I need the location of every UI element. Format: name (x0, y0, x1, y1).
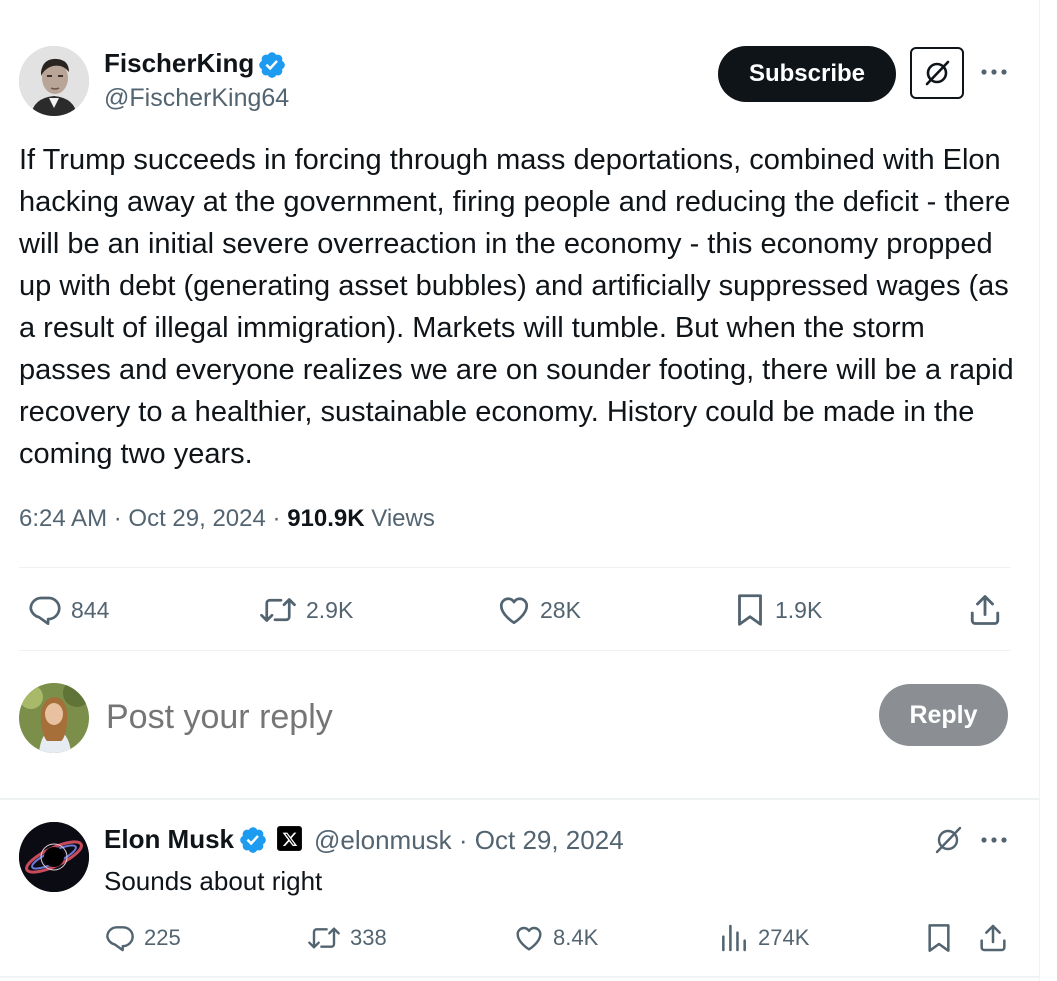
grok-icon[interactable] (933, 825, 963, 855)
reply-button[interactable]: Reply (879, 684, 1008, 746)
author-avatar[interactable] (19, 46, 89, 116)
reply-like-count: 8.4K (553, 925, 599, 950)
post-metadata: 6:24 AM · Oct 29, 2024 · 910.9K Views (19, 505, 435, 533)
divider (19, 650, 1011, 651)
reply-views-action[interactable]: 274K (718, 922, 809, 954)
grok-icon (925, 60, 950, 86)
like-count: 28K (540, 596, 581, 623)
reply-repost-count: 338 (350, 925, 387, 950)
author-name[interactable]: FischerKing (104, 48, 254, 79)
right-border (1039, 0, 1040, 981)
verified-badge-icon (259, 52, 285, 78)
views-count: 910.9K (287, 505, 365, 532)
bookmark-action[interactable]: 1.9K (733, 592, 822, 628)
reply-bookmark-action[interactable] (924, 922, 954, 954)
more-icon (981, 837, 1007, 843)
subscribe-button[interactable]: Subscribe (718, 46, 896, 102)
meta-separator: · (272, 505, 288, 532)
post-date[interactable]: Oct 29, 2024 (128, 505, 265, 532)
reply-views-count: 274K (758, 925, 810, 950)
share-icon (970, 595, 1000, 625)
reply-more-options-button[interactable] (978, 826, 1010, 854)
reply-icon (106, 926, 134, 952)
more-icon (981, 69, 1007, 75)
reply-reply-action[interactable]: 225 (104, 922, 181, 954)
author-avatar-image (19, 46, 89, 116)
section-divider (0, 798, 1039, 800)
meta-separator: · (113, 505, 129, 532)
current-user-avatar-image (19, 683, 89, 753)
reply-author-avatar[interactable] (19, 822, 89, 892)
repost-icon (308, 927, 340, 949)
grok-button[interactable] (910, 47, 964, 99)
divider (19, 567, 1011, 568)
reply-input[interactable] (106, 690, 806, 744)
reply-icon (29, 596, 61, 625)
reply-like-action[interactable]: 8.4K (513, 922, 598, 954)
x-logo-icon (282, 832, 297, 846)
bookmark-icon (928, 924, 950, 952)
bookmark-count: 1.9K (775, 596, 823, 623)
more-options-button[interactable] (978, 56, 1010, 88)
views-icon (722, 924, 746, 952)
share-action[interactable] (967, 592, 1003, 628)
repost-action[interactable]: 2.9K (258, 592, 353, 628)
repost-icon (260, 598, 296, 622)
share-icon (980, 924, 1006, 952)
author-handle[interactable]: @FischerKing64 (104, 84, 289, 113)
reply-reply-count: 225 (144, 925, 181, 950)
repost-count: 2.9K (306, 596, 354, 623)
reply-text: Sounds about right (104, 866, 323, 896)
verified-badge-icon (240, 827, 266, 853)
reply-share-action[interactable] (977, 922, 1009, 954)
affiliate-badge[interactable] (277, 826, 302, 851)
current-user-avatar[interactable] (19, 683, 89, 753)
views-label: Views (371, 505, 435, 532)
bottom-divider (0, 976, 1039, 978)
bookmark-icon (738, 594, 762, 626)
reply-repost-action[interactable]: 338 (306, 922, 387, 954)
reply-handle-and-date[interactable]: @elonmusk · Oct 29, 2024 (314, 825, 624, 856)
like-action[interactable]: 28K (496, 592, 581, 628)
heart-icon (516, 926, 542, 951)
reply-count: 844 (71, 596, 110, 623)
post-text: If Trump succeeds in forcing through mas… (19, 144, 1014, 470)
reply-author-name[interactable]: Elon Musk (104, 824, 234, 855)
heart-icon (499, 597, 529, 625)
reply-action[interactable]: 844 (27, 592, 109, 628)
post-time[interactable]: 6:24 AM (19, 505, 107, 532)
reply-author-avatar-image (19, 822, 89, 892)
